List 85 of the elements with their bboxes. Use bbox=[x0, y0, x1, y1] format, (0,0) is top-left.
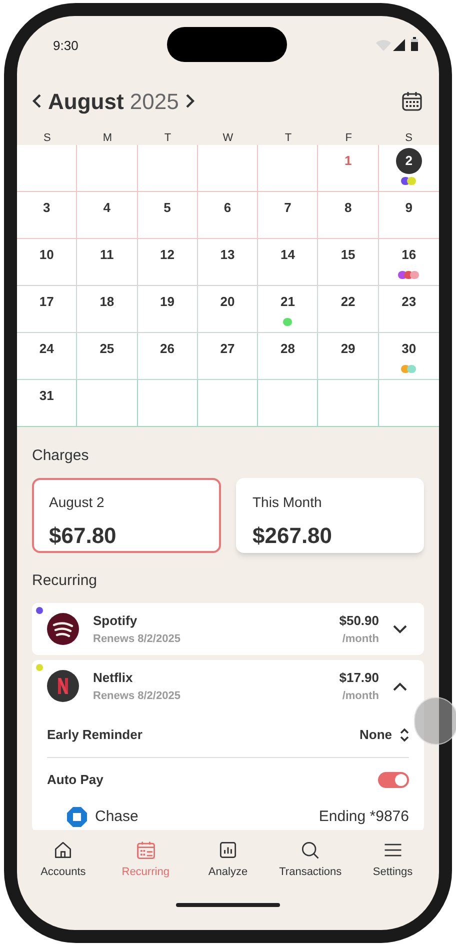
calendar-day[interactable]: 18 bbox=[94, 289, 120, 315]
section-title: Charges bbox=[32, 446, 90, 466]
search-icon bbox=[299, 839, 322, 861]
calendar-repeat-icon bbox=[134, 839, 157, 861]
empty-day-cell bbox=[318, 380, 379, 427]
renewal-date: Renews 8/2/2025 bbox=[93, 688, 180, 704]
charge-amount: $67.80 bbox=[49, 522, 118, 550]
calendar-day[interactable]: 8 bbox=[335, 195, 362, 221]
weekday-label: M bbox=[102, 132, 112, 144]
calendar-day[interactable]: 29 bbox=[335, 336, 362, 362]
calendar-day[interactable]: 24 bbox=[34, 336, 60, 362]
charge-amount: $267.80 bbox=[252, 522, 334, 550]
calendar-day[interactable]: 14 bbox=[274, 242, 301, 268]
subscription-name: Netflix bbox=[93, 669, 134, 687]
auto-pay-toggle[interactable] bbox=[378, 772, 409, 788]
section-title: Recurring bbox=[32, 570, 98, 590]
calendar-day[interactable]: 23 bbox=[396, 289, 422, 315]
calendar-day[interactable]: 25 bbox=[94, 336, 120, 362]
empty-day-cell bbox=[198, 380, 258, 427]
calendar-day[interactable]: 21 bbox=[274, 289, 301, 315]
calendar-day[interactable]: 3 bbox=[34, 195, 60, 221]
calendar-day[interactable]: 7 bbox=[274, 195, 301, 221]
octagon-logo-icon bbox=[67, 807, 87, 827]
year-title: 2025 bbox=[130, 88, 179, 114]
weekday-label: T bbox=[284, 132, 292, 144]
calendar-icon[interactable] bbox=[402, 91, 422, 111]
weekday-label: S bbox=[405, 132, 413, 144]
calendar-day[interactable]: 26 bbox=[154, 336, 180, 362]
touch-indicator bbox=[414, 697, 456, 745]
next-month-icon[interactable] bbox=[184, 93, 195, 109]
calendar-day[interactable]: 16 bbox=[396, 242, 422, 268]
charge-label: August 2 bbox=[49, 492, 106, 512]
calendar-day[interactable]: 2 bbox=[396, 148, 422, 174]
waves-logo-icon bbox=[47, 613, 79, 645]
tab-bar-item[interactable]: Settings bbox=[372, 839, 413, 900]
wifi-icon bbox=[376, 39, 391, 51]
calendar-day[interactable]: 15 bbox=[335, 242, 362, 268]
calendar-day[interactable]: 27 bbox=[214, 336, 240, 362]
calendar-day[interactable]: 5 bbox=[154, 195, 180, 221]
subscription-price: $17.90 bbox=[339, 669, 379, 687]
calendar-day[interactable]: 10 bbox=[34, 242, 60, 268]
setting-label: Early Reminder bbox=[47, 726, 142, 744]
weekday-label: W bbox=[222, 132, 234, 144]
collapse-chevron-icon[interactable] bbox=[393, 682, 407, 690]
calendar-day[interactable]: 19 bbox=[154, 289, 180, 315]
tab-bar-item[interactable]: Analyze bbox=[208, 839, 248, 900]
billing-period: /month bbox=[342, 688, 379, 704]
calendar-day[interactable]: 17 bbox=[34, 289, 60, 315]
calendar-day[interactable]: 6 bbox=[214, 195, 240, 221]
calendar-day[interactable]: 28 bbox=[274, 336, 301, 362]
renewal-date: Renews 8/2/2025 bbox=[93, 632, 180, 646]
reminder-picker[interactable]: None bbox=[360, 724, 409, 744]
month-title: August bbox=[48, 88, 124, 114]
bank-name: Chase bbox=[95, 806, 138, 827]
signal-icon bbox=[393, 39, 405, 51]
weekday-label: T bbox=[164, 132, 172, 144]
charge-card[interactable]: This Month $267.80 bbox=[236, 478, 424, 552]
account-ending: Ending *9876 bbox=[318, 806, 409, 827]
weekday-label: F bbox=[345, 132, 352, 144]
empty-day-cell bbox=[258, 380, 318, 427]
calendar-day[interactable]: 9 bbox=[396, 195, 422, 221]
charge-label: This Month bbox=[252, 492, 323, 512]
calendar-day[interactable]: 20 bbox=[214, 289, 240, 315]
weekday-label: S bbox=[43, 132, 51, 144]
stripes-logo-icon bbox=[47, 670, 79, 702]
previous-month-icon[interactable] bbox=[32, 93, 42, 109]
calendar-day[interactable]: 30 bbox=[396, 336, 422, 362]
calendar-day[interactable]: 11 bbox=[94, 242, 120, 268]
calendar-day[interactable]: 13 bbox=[214, 242, 240, 268]
charge-card[interactable]: August 2 $67.80 bbox=[32, 478, 220, 552]
calendar-day[interactable]: 31 bbox=[34, 383, 60, 409]
calendar-day[interactable]: 22 bbox=[335, 289, 362, 315]
tab-bar-item[interactable]: Transactions bbox=[279, 839, 342, 900]
setting-label: Auto Pay bbox=[47, 771, 104, 790]
battery-icon bbox=[411, 37, 418, 51]
calendar-day[interactable]: 12 bbox=[154, 242, 180, 268]
status-time: 9:30 bbox=[53, 37, 78, 55]
tab-bar-item[interactable]: Accounts bbox=[40, 839, 86, 900]
subscription-price: $50.90 bbox=[339, 612, 379, 630]
calendar-day[interactable]: 4 bbox=[94, 195, 120, 221]
billing-period: /month bbox=[342, 632, 379, 646]
subscription-name: Spotify bbox=[93, 612, 138, 630]
expand-chevron-icon[interactable] bbox=[393, 624, 407, 634]
empty-day-cell bbox=[138, 380, 198, 427]
up-down-chevron-icon bbox=[400, 728, 409, 742]
